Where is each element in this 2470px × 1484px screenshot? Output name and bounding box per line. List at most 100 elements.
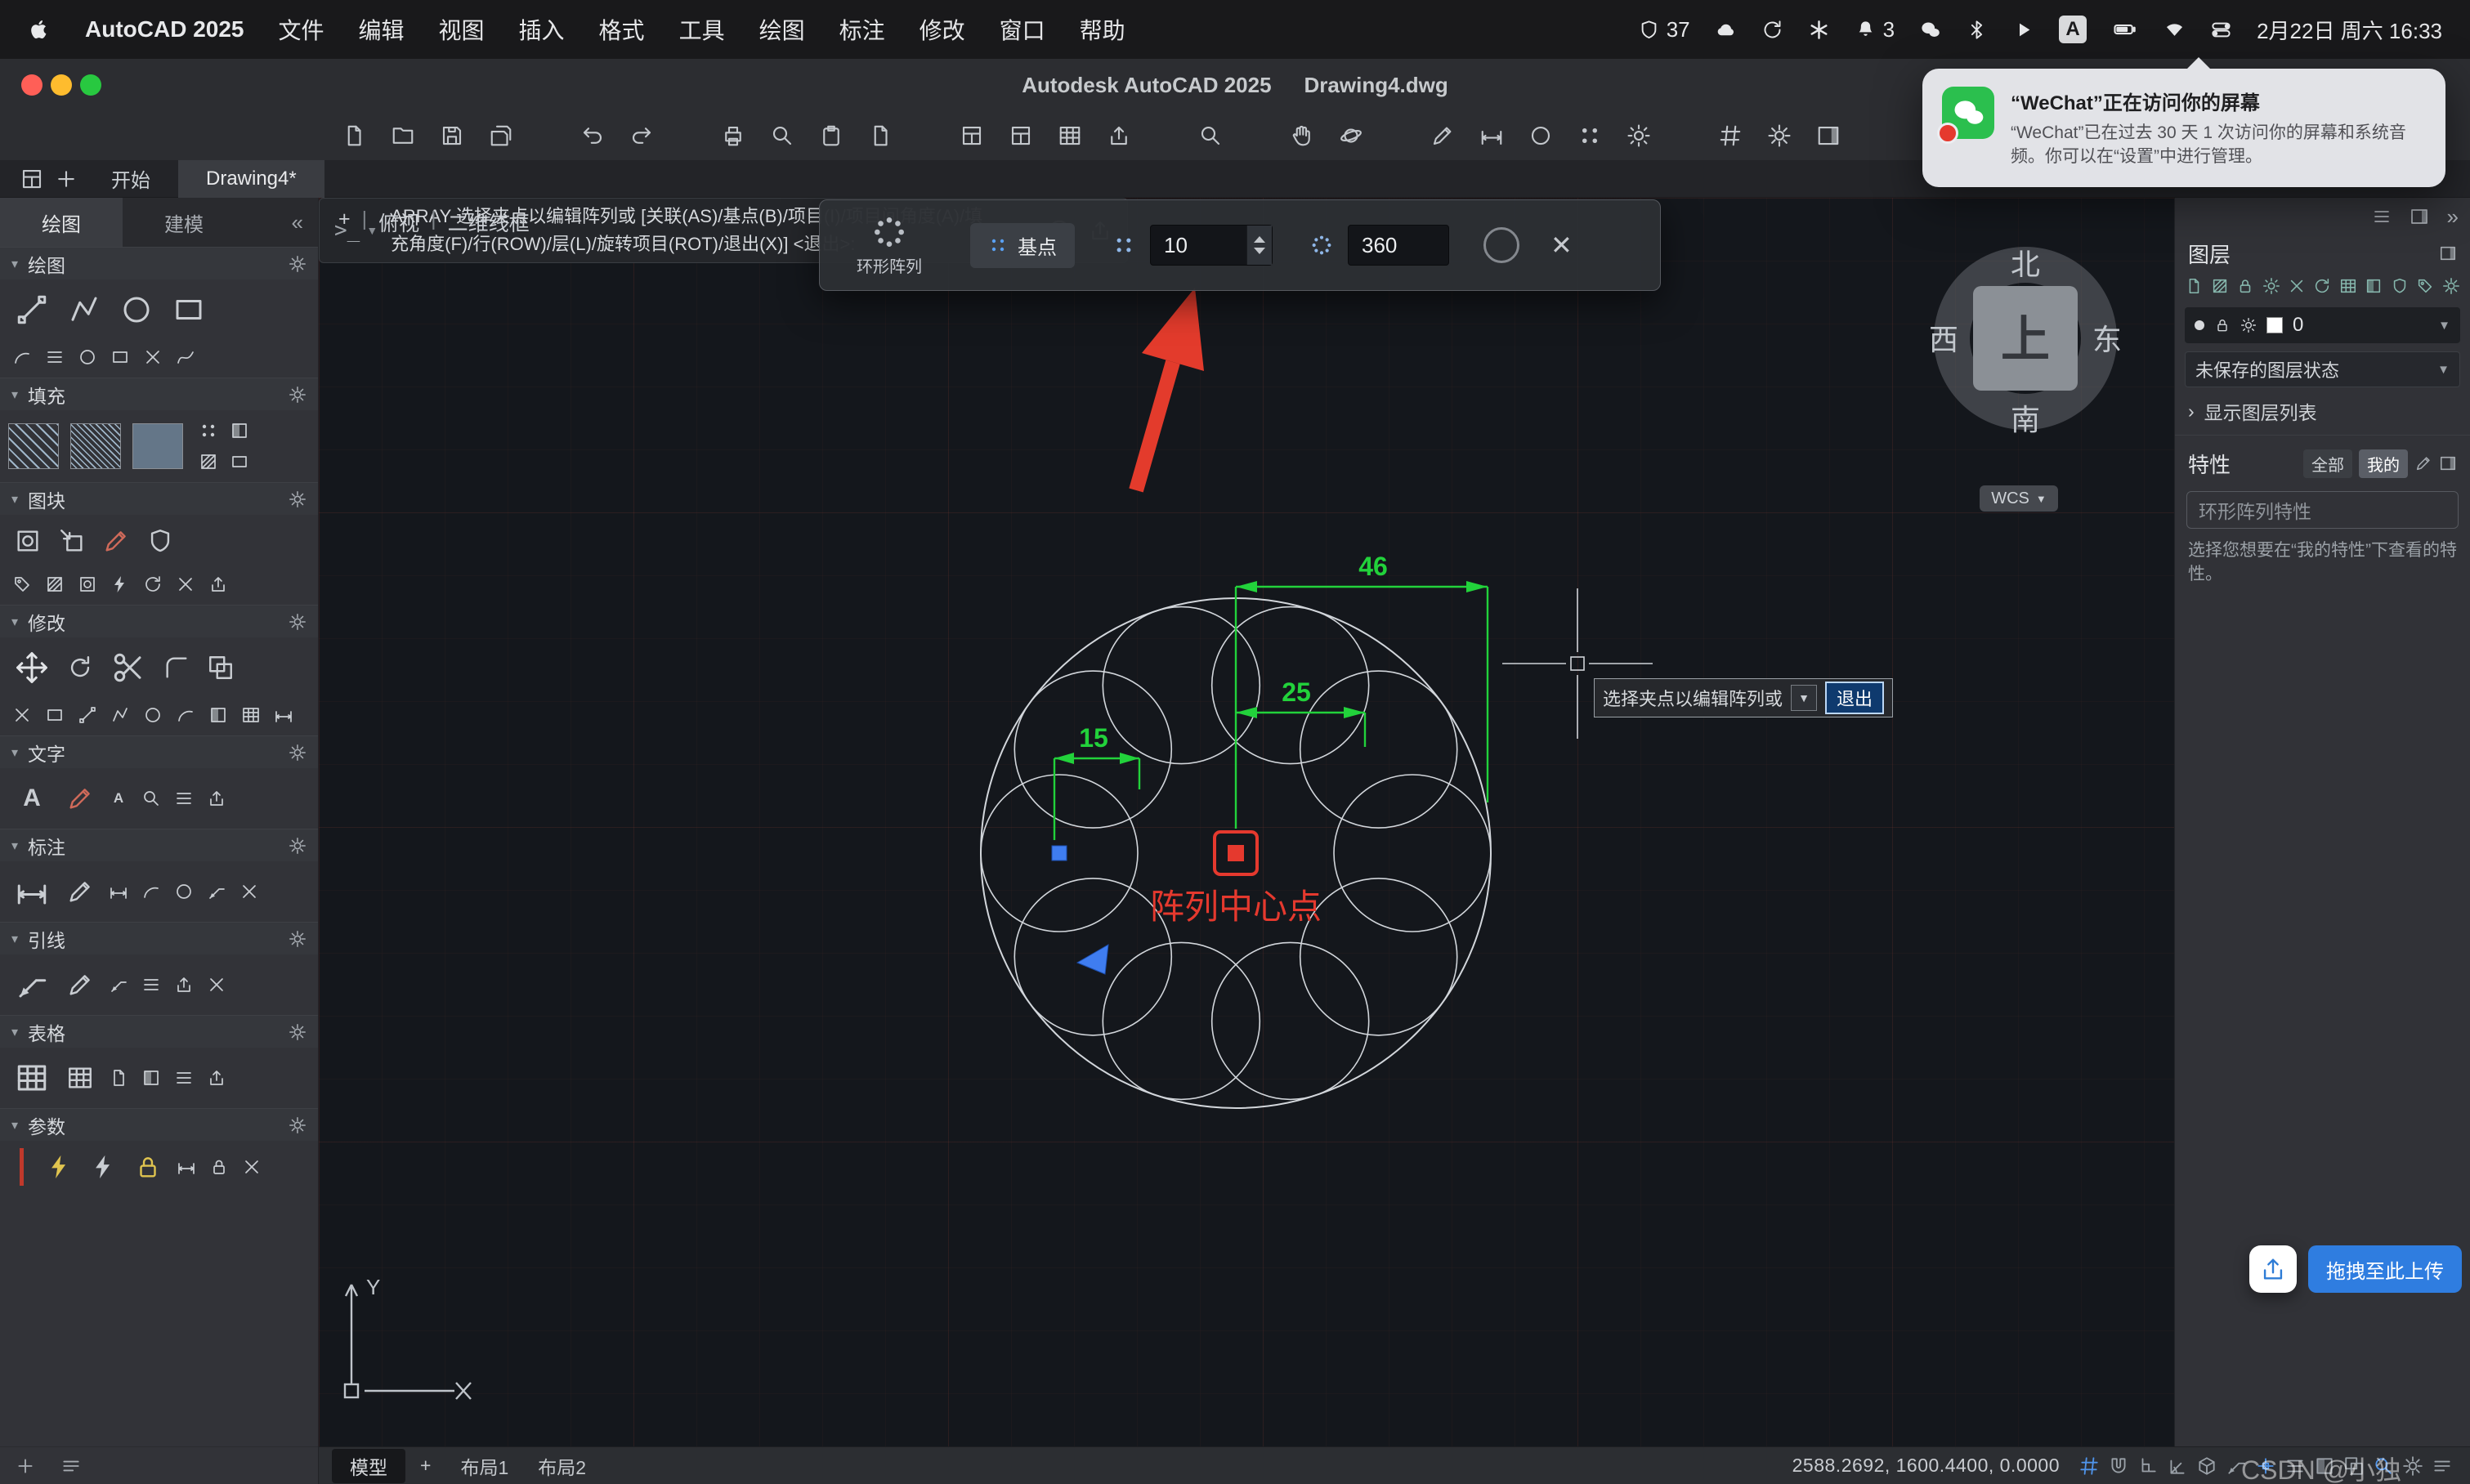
layer-sync-button[interactable] <box>2311 275 2333 297</box>
named-views-button[interactable] <box>1004 118 1038 153</box>
ortho-toggle[interactable] <box>2133 1451 2163 1481</box>
dock-right-icon[interactable] <box>2439 454 2457 472</box>
auto-constrain-tool[interactable] <box>40 1147 79 1187</box>
plot-button[interactable] <box>716 118 750 153</box>
line-tool[interactable] <box>8 286 56 333</box>
block-hatch-tool[interactable] <box>41 570 69 598</box>
gear-icon[interactable] <box>289 613 307 631</box>
section-header-draw[interactable]: ▾ 绘图 <box>0 247 318 279</box>
drag-upload-button[interactable]: 拖拽至此上传 <box>2308 1245 2462 1293</box>
playback-status-item[interactable] <box>2012 19 2034 41</box>
viewport-menu-button[interactable]: + <box>338 208 351 237</box>
collapse-triangle-icon[interactable]: ▾ <box>11 1117 18 1133</box>
block-attributes-tool[interactable] <box>141 521 180 561</box>
lights-button[interactable] <box>1622 118 1656 153</box>
layout1-tab[interactable]: 布局1 <box>445 1449 523 1483</box>
geometric-constraint-tool[interactable] <box>84 1147 123 1187</box>
wifi-status-item[interactable] <box>2163 19 2186 41</box>
dock-right-icon[interactable] <box>2439 244 2457 262</box>
menu-file[interactable]: 文件 <box>278 13 324 46</box>
stretch-tool[interactable] <box>106 701 134 729</box>
gear-icon[interactable] <box>289 837 307 855</box>
point-tool[interactable] <box>139 343 167 371</box>
menu-edit[interactable]: 编辑 <box>359 13 405 46</box>
collapse-triangle-icon[interactable]: ▾ <box>11 491 18 507</box>
linear-dim-tool[interactable] <box>8 868 56 915</box>
angular-dim-tool[interactable] <box>203 878 230 905</box>
measure-button[interactable] <box>1474 118 1509 153</box>
menu-dimension[interactable]: 标注 <box>839 13 885 46</box>
visual-style-control[interactable]: 二维线框 <box>448 208 530 237</box>
copy-button[interactable] <box>814 118 848 153</box>
spell-check-tool[interactable] <box>203 784 230 812</box>
layer-color-swatch[interactable] <box>2266 317 2283 333</box>
lock-constraint-tool[interactable] <box>128 1147 168 1187</box>
collapse-triangle-icon[interactable]: ▾ <box>11 931 18 947</box>
layer-delete-button[interactable] <box>2286 275 2307 297</box>
collapse-triangle-icon[interactable]: ▾ <box>11 1024 18 1040</box>
undo-button[interactable] <box>575 118 610 153</box>
hatch-lines-tool[interactable] <box>195 448 222 476</box>
edit-block-tool[interactable] <box>96 521 136 561</box>
plot-preview-button[interactable] <box>765 118 799 153</box>
model-tab[interactable]: 模型 <box>332 1449 405 1483</box>
materials-button[interactable] <box>1573 118 1607 153</box>
gear-icon[interactable] <box>289 386 307 404</box>
cloud-status-item[interactable] <box>1715 19 1737 41</box>
multileader-tool[interactable] <box>8 961 56 1008</box>
erase-tool[interactable] <box>8 701 36 729</box>
block-library-tool[interactable] <box>74 570 101 598</box>
workspace-switch-button[interactable] <box>2398 1451 2427 1481</box>
upload-overlay[interactable]: 拖拽至此上传 <box>2249 1245 2462 1293</box>
panel-dock-icon[interactable] <box>2410 207 2429 226</box>
rotation-dial[interactable] <box>1483 227 1519 263</box>
sheet-set-button[interactable] <box>1053 118 1087 153</box>
wcs-dropdown[interactable]: WCS ▼ <box>1980 485 2058 512</box>
item-grip[interactable] <box>1052 846 1067 860</box>
table-cell-tool[interactable] <box>137 1064 165 1092</box>
trim-tool[interactable] <box>105 644 152 691</box>
view-cube[interactable]: 上 北 南 西 东 <box>1919 232 2132 445</box>
orbit-button[interactable] <box>1334 118 1368 153</box>
table-upload-tool[interactable] <box>203 1064 230 1092</box>
collapse-triangle-icon[interactable]: ▾ <box>11 744 18 761</box>
move-tool[interactable] <box>8 644 56 691</box>
app-menu-title[interactable]: AutoCAD 2025 <box>85 16 244 42</box>
remove-leader-tool[interactable] <box>203 971 230 999</box>
section-header-hatch[interactable]: ▾ 填充 <box>0 378 318 410</box>
dim-constraint-tool[interactable] <box>172 1153 200 1181</box>
menu-view[interactable]: 视图 <box>439 13 485 46</box>
create-block-tool[interactable] <box>8 521 47 561</box>
item-count-stepper[interactable] <box>1246 226 1272 265</box>
edit-dim-tool[interactable] <box>60 872 100 911</box>
polyline-tool[interactable] <box>60 286 108 333</box>
circle-tool[interactable] <box>113 286 160 333</box>
block-delete-tool[interactable] <box>172 570 199 598</box>
gear-icon[interactable] <box>289 1116 307 1134</box>
menu-window[interactable]: 窗口 <box>1000 13 1045 46</box>
quick-insert-tool[interactable] <box>106 570 134 598</box>
array-properties-field[interactable]: 环形阵列特性 <box>2186 491 2459 529</box>
new-layer-button[interactable] <box>2183 275 2204 297</box>
item-count-input[interactable]: 10 <box>1150 225 1273 266</box>
grid-toggle[interactable] <box>2074 1451 2104 1481</box>
tab-start[interactable]: 开始 <box>83 160 178 198</box>
collect-leader-tool[interactable] <box>170 971 198 999</box>
workspace-button[interactable] <box>1762 118 1797 153</box>
direction-grip[interactable] <box>1077 945 1108 974</box>
table-tool[interactable] <box>8 1054 56 1102</box>
offset-tool[interactable] <box>201 648 240 687</box>
battery-status-item[interactable] <box>2111 17 2139 42</box>
delete-constraint-tool[interactable] <box>238 1153 266 1181</box>
section-header-text[interactable]: ▾ 文字 <box>0 735 318 768</box>
wechat-screen-notification[interactable]: “WeChat”正在访问你的屏幕 “WeChat”已在过去 30 天 1 次访问… <box>1922 69 2445 187</box>
mirror-tool[interactable] <box>74 701 101 729</box>
ordinate-dim-tool[interactable] <box>235 878 263 905</box>
layer-merge-button[interactable] <box>2338 275 2359 297</box>
viewport-config-button[interactable] <box>955 118 989 153</box>
polar-tracking-toggle[interactable] <box>2163 1451 2192 1481</box>
rectangle-tool[interactable] <box>165 286 213 333</box>
multiline-tool[interactable] <box>41 343 69 371</box>
hatch-dots-tool[interactable] <box>195 417 222 445</box>
text-style-tool[interactable] <box>170 784 198 812</box>
